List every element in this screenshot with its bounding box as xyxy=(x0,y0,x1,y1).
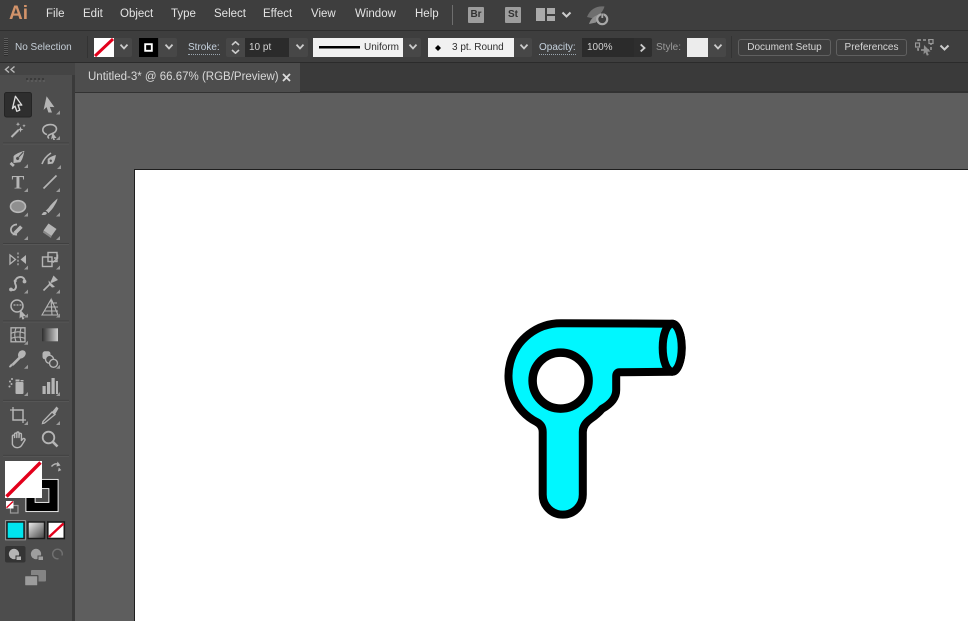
svg-text:T: T xyxy=(12,173,25,194)
